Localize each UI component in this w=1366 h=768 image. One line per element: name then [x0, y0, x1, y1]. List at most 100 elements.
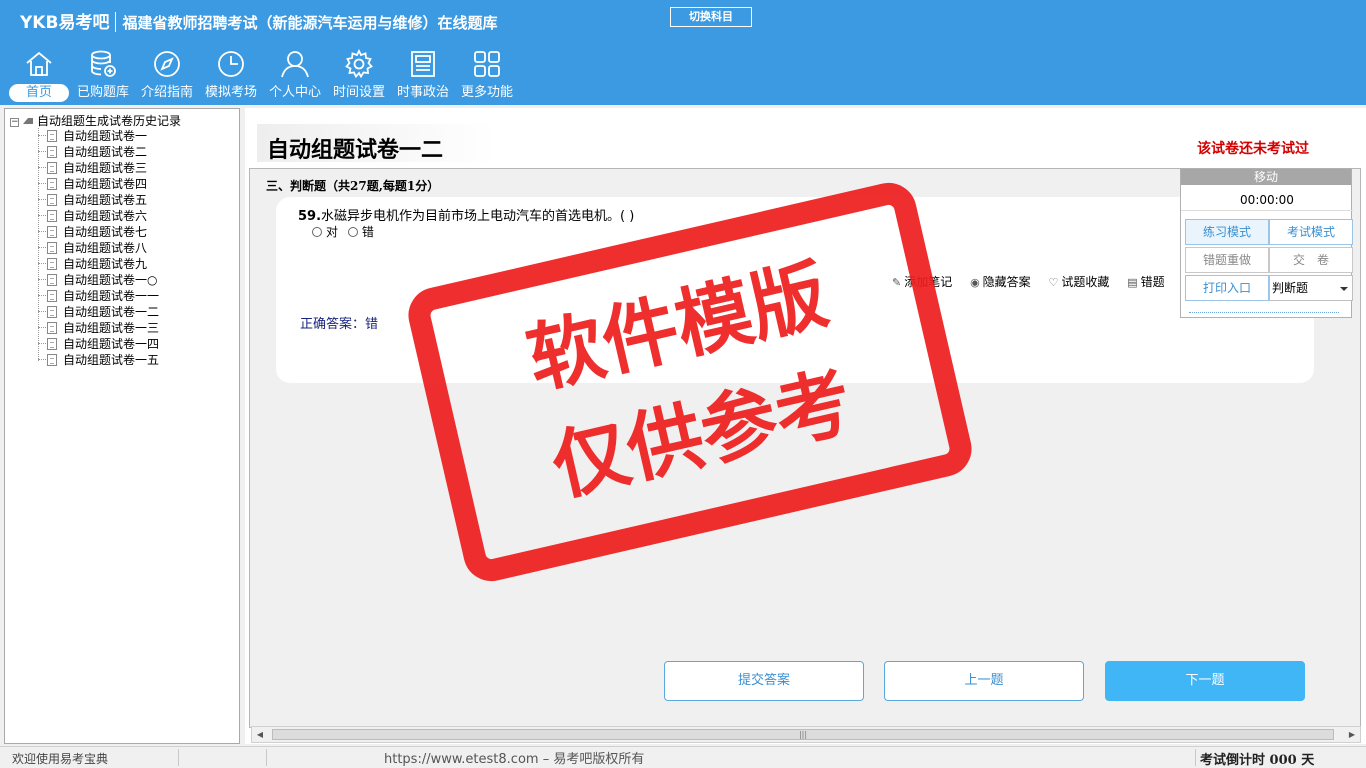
- collapse-icon[interactable]: −: [10, 118, 19, 127]
- nav-purchased[interactable]: 已购题库: [72, 48, 134, 104]
- paper-title: 自动组题试卷一二: [267, 137, 444, 163]
- tree-item[interactable]: 自动组题试卷六: [38, 208, 147, 224]
- tree-item[interactable]: 自动组题试卷一三: [38, 320, 159, 336]
- tree-item-label: 自动组题试卷一二: [63, 305, 160, 319]
- nav-mock-exam[interactable]: 模拟考场: [200, 48, 262, 104]
- option-false[interactable]: 错: [347, 225, 374, 239]
- nav-time-settings[interactable]: 时间设置: [328, 48, 390, 104]
- nav-label: 更多功能: [460, 85, 513, 100]
- nav-label: 时间设置: [332, 85, 385, 100]
- tree-item[interactable]: 自动组题试卷八: [38, 240, 147, 256]
- gear-icon: [345, 48, 373, 79]
- nav-current-affairs[interactable]: 时事政治: [392, 48, 454, 104]
- document-icon: [47, 194, 57, 206]
- submit-answer-button[interactable]: 提交答案: [664, 661, 864, 701]
- heart-icon: ♡: [1048, 276, 1059, 289]
- prev-question-button[interactable]: 上一题: [884, 661, 1084, 701]
- redo-wrong-button[interactable]: 错题重做: [1185, 247, 1269, 273]
- tree-item-label: 自动组题试卷一○: [63, 273, 158, 287]
- tree-item-label: 自动组题试卷九: [63, 257, 148, 271]
- document-icon: [47, 258, 57, 270]
- history-tree: − 自动组题生成试卷历史记录 自动组题试卷一 自动组题试卷二 自动组题试卷三 自动组题试…: [4, 108, 240, 744]
- tree-item-label: 自动组题试卷二: [63, 145, 148, 159]
- correct-answer: 正确答案：错: [300, 317, 379, 332]
- status-bar: 欢迎使用易考宝典 https://www.etest8.com – 易考吧版权所…: [0, 746, 1366, 768]
- panel-drag-handle[interactable]: 移动: [1181, 169, 1351, 185]
- nav-label: 介绍指南: [140, 85, 193, 100]
- question-number: 59.: [298, 209, 322, 224]
- document-icon: [47, 274, 57, 286]
- nav-guide[interactable]: 介绍指南: [136, 48, 198, 104]
- exam-countdown: 考试倒计时 000 天: [1200, 753, 1315, 768]
- tree-item-label: 自动组题试卷六: [63, 209, 148, 223]
- tree-item-label: 自动组题试卷一三: [63, 321, 160, 335]
- nav-home[interactable]: 首页: [8, 48, 70, 104]
- option-true[interactable]: 对: [312, 225, 338, 239]
- print-button[interactable]: 打印入口: [1185, 275, 1269, 301]
- home-icon: [26, 51, 52, 76]
- tree-item[interactable]: 自动组题试卷四: [38, 176, 147, 192]
- document-icon: [47, 242, 57, 254]
- question-options: 对 错: [312, 223, 380, 240]
- nav-label: 首页: [9, 84, 69, 102]
- nav-label: 时事政治: [396, 85, 449, 100]
- tree-item[interactable]: 自动组题试卷五: [38, 192, 147, 208]
- nav-label: 模拟考场: [204, 85, 257, 100]
- tree-item[interactable]: 自动组题试卷一一: [38, 288, 159, 304]
- wrong-book-button[interactable]: ▤ 错题: [1127, 273, 1164, 290]
- nav-personal[interactable]: 个人中心: [264, 48, 326, 104]
- eye-icon: ◉: [970, 276, 980, 289]
- hide-answer-button[interactable]: ◉ 隐藏答案: [970, 273, 1031, 290]
- scroll-thumb[interactable]: |||: [272, 729, 1334, 740]
- tree-item[interactable]: 自动组题试卷七: [38, 224, 147, 240]
- document-icon: [47, 130, 57, 142]
- tree-item[interactable]: 自动组题试卷一○: [38, 272, 157, 288]
- app-brand: YKB易考吧 福建省教师招聘考试（新能源汽车运用与维修）在线题库: [20, 8, 497, 33]
- horizontal-scrollbar[interactable]: ◀ ||| ▶: [251, 726, 1361, 743]
- document-icon: [47, 338, 57, 350]
- tree-item-label: 自动组题试卷五: [63, 193, 148, 207]
- exam-timer: 00:00:00: [1181, 189, 1353, 211]
- tree-item-label: 自动组题试卷一五: [63, 353, 160, 367]
- news-icon: [411, 51, 435, 77]
- document-icon: [47, 226, 57, 238]
- exam-control-panel: 移动 00:00:00 练习模式 考试模式 错题重做 交 卷 打印入口 判断题: [1180, 168, 1353, 318]
- tree-root[interactable]: − 自动组题生成试卷历史记录: [10, 112, 181, 128]
- switch-subject-button[interactable]: 切换科目: [670, 7, 752, 27]
- app-header: YKB易考吧 福建省教师招聘考试（新能源汽车运用与维修）在线题库 切换科目 首页 …: [0, 0, 1366, 105]
- database-icon: [91, 50, 116, 77]
- document-icon: [47, 354, 57, 366]
- tree-item-label: 自动组题试卷七: [63, 225, 148, 239]
- clock-icon: [218, 51, 244, 77]
- radio-icon[interactable]: [312, 227, 322, 237]
- tree-item[interactable]: 自动组题试卷一五: [38, 352, 159, 368]
- document-icon: [47, 146, 57, 158]
- brand-logo: YKB易考吧: [20, 13, 110, 33]
- tree-item[interactable]: 自动组题试卷一四: [38, 336, 159, 352]
- tree-item[interactable]: 自动组题试卷一: [38, 128, 147, 144]
- favorite-button[interactable]: ♡ 试题收藏: [1049, 273, 1110, 290]
- exam-mode-button[interactable]: 考试模式: [1269, 219, 1353, 245]
- document-icon: [47, 162, 57, 174]
- hand-in-button[interactable]: 交 卷: [1269, 247, 1353, 273]
- question-type-select[interactable]: 判断题: [1269, 275, 1353, 301]
- tree-item[interactable]: 自动组题试卷九: [38, 256, 147, 272]
- tree-item[interactable]: 自动组题试卷一二: [38, 304, 159, 320]
- user-icon: [281, 51, 309, 78]
- tree-item-label: 自动组题试卷八: [63, 241, 148, 255]
- tree-item[interactable]: 自动组题试卷三: [38, 160, 147, 176]
- welcome-text: 欢迎使用易考宝典: [12, 752, 109, 766]
- tree-item-label: 自动组题试卷四: [63, 177, 148, 191]
- practice-mode-button[interactable]: 练习模式: [1185, 219, 1269, 245]
- document-icon: [47, 178, 57, 190]
- copyright-text: https://www.etest8.com – 易考吧版权所有: [384, 752, 645, 767]
- tree-item-label: 自动组题试卷三: [63, 161, 148, 175]
- scroll-right-icon[interactable]: ▶: [1344, 727, 1360, 742]
- section-title: 三、判断题（共27题,每题1分）: [266, 179, 440, 193]
- tree-item[interactable]: 自动组题试卷二: [38, 144, 147, 160]
- radio-icon[interactable]: [347, 227, 358, 237]
- nav-more[interactable]: 更多功能: [456, 48, 518, 104]
- chevron-down-icon: [1340, 287, 1348, 291]
- next-question-button[interactable]: 下一题: [1105, 661, 1305, 701]
- scroll-left-icon[interactable]: ◀: [252, 727, 268, 742]
